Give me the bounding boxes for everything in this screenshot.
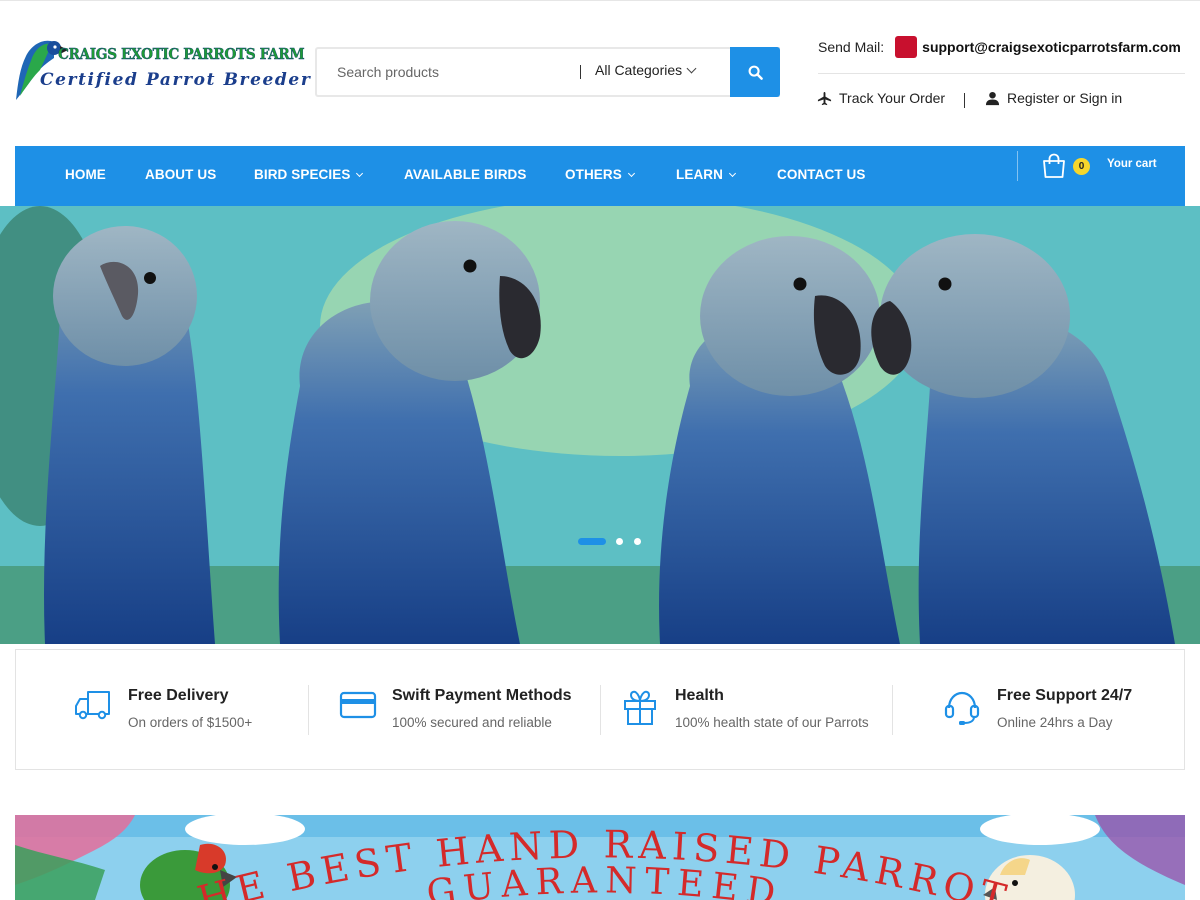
search-bar: All Categories	[315, 47, 780, 97]
chevron-down-icon	[356, 169, 364, 178]
feature-free-delivery: Free Delivery On orders of $1500+	[16, 650, 308, 769]
nav-label: LEARN	[676, 167, 723, 182]
user-icon	[985, 91, 1000, 105]
nav-available-birds[interactable]: AVAILABLE BIRDS	[404, 167, 527, 182]
chevron-down-icon	[686, 63, 697, 74]
account-link[interactable]: Register or Sign in	[985, 90, 1122, 106]
feature-title: Health	[675, 687, 724, 704]
nav-label: ABOUT US	[145, 167, 217, 182]
category-select[interactable]: All Categories	[595, 62, 697, 78]
nav-label: HOME	[65, 167, 106, 182]
search-icon	[748, 65, 763, 80]
site-logo[interactable]: CRAIGS EXOTIC PARROTS FARM Certified Par…	[14, 36, 310, 104]
top-border	[0, 0, 1200, 1]
mail-label: Send Mail:	[818, 39, 885, 55]
category-select-label: All Categories	[595, 62, 683, 78]
nav-label: CONTACT US	[777, 167, 866, 182]
feature-support: Free Support 24/7 Online 24hrs a Day	[893, 650, 1185, 769]
nav-label: AVAILABLE BIRDS	[404, 167, 527, 182]
headset-icon	[944, 691, 980, 725]
credit-card-icon	[339, 691, 377, 719]
feature-subtitle: 100% health state of our Parrots	[675, 715, 869, 730]
promo-banner-artwork: THE BEST HAND RAISED PARROTS GUARANTEED	[15, 815, 1185, 900]
airplane-icon	[817, 91, 832, 105]
nav-contact-us[interactable]: CONTACT US	[777, 167, 866, 182]
logo-tagline: Certified Parrot Breeder	[40, 70, 312, 90]
track-order-label: Track Your Order	[839, 90, 946, 106]
cart-link[interactable]: Your cart	[1107, 158, 1157, 170]
slider-dot-3[interactable]	[634, 538, 641, 545]
features-bar: Free Delivery On orders of $1500+ Swift …	[15, 649, 1185, 770]
feature-health: Health 100% health state of our Parrots	[601, 650, 893, 769]
nav-others[interactable]: OTHERS	[565, 167, 635, 182]
nav-about-us[interactable]: ABOUT US	[145, 167, 216, 182]
search-button[interactable]	[730, 47, 780, 97]
flag-icon	[895, 36, 918, 58]
feature-title: Swift Payment Methods	[392, 687, 572, 704]
nav-learn[interactable]: LEARN	[676, 167, 737, 182]
slider-dot-2[interactable]	[616, 538, 623, 545]
cart-divider	[1017, 151, 1018, 181]
feature-subtitle: 100% secured and reliable	[392, 715, 552, 730]
category-divider	[580, 65, 581, 79]
feature-title: Free Delivery	[128, 687, 229, 704]
nav-home[interactable]: HOME	[65, 167, 106, 182]
hero-slider	[0, 206, 1200, 644]
cart-count-badge: 0	[1073, 158, 1090, 175]
feature-payment: Swift Payment Methods 100% secured and r…	[309, 650, 601, 769]
search-input[interactable]	[317, 49, 577, 95]
header-divider	[818, 73, 1185, 74]
slider-dot-1[interactable]	[578, 538, 606, 545]
track-order-link[interactable]: Track Your Order	[817, 90, 945, 106]
nav-bird-species[interactable]: BIRD SPECIES	[254, 167, 364, 182]
logo-title: CRAIGS EXOTIC PARROTS FARM	[58, 45, 305, 63]
nav-label: BIRD SPECIES	[254, 167, 351, 182]
chevron-down-icon	[728, 169, 737, 178]
promo-banner[interactable]: THE BEST HAND RAISED PARROTS GUARANTEED	[15, 815, 1185, 900]
feature-subtitle: Online 24hrs a Day	[997, 715, 1113, 730]
feature-title: Free Support 24/7	[997, 687, 1133, 704]
account-divider	[964, 93, 965, 108]
nav-label: OTHERS	[565, 167, 622, 182]
shopping-bag-icon[interactable]	[1041, 153, 1067, 179]
truck-icon	[75, 691, 110, 720]
gift-icon	[624, 690, 656, 725]
chevron-down-icon	[627, 169, 635, 178]
hero-parrots-image	[0, 206, 1200, 644]
contact-email: Send Mail: support@craigsexoticparrotsfa…	[818, 36, 1181, 58]
main-nav: HOME ABOUT US BIRD SPECIES AVAILABLE BIR…	[15, 146, 1185, 206]
email-link[interactable]: support@craigsexoticparrotsfarm.com	[922, 39, 1181, 55]
feature-subtitle: On orders of $1500+	[128, 715, 253, 730]
account-label: Register or Sign in	[1007, 90, 1123, 106]
